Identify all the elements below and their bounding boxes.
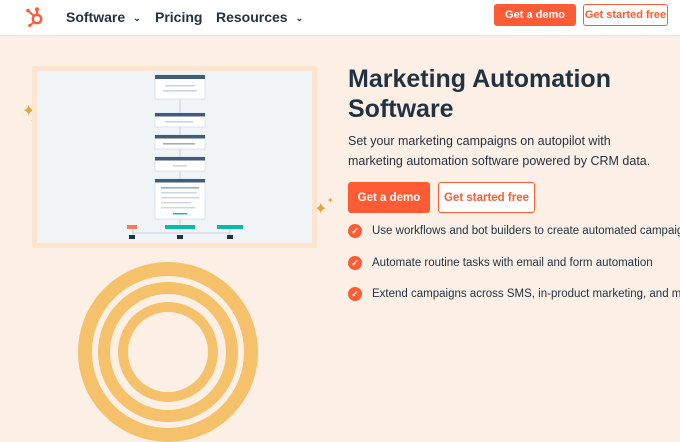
workflow-diagram-graphic bbox=[127, 74, 243, 239]
nav-software-label: Software bbox=[66, 9, 126, 25]
nav-get-demo-button[interactable]: Get a demo bbox=[494, 4, 576, 26]
nav-get-started-button[interactable]: Get started free bbox=[583, 4, 668, 26]
product-screenshot bbox=[32, 66, 317, 248]
check-circle-icon: ✓ bbox=[348, 256, 362, 270]
chevron-down-icon: ⌄ bbox=[295, 12, 304, 23]
nav-resources-label: Resources bbox=[216, 9, 288, 25]
sparkle-icon: ✦ bbox=[327, 196, 334, 205]
workflow-diagram-image bbox=[37, 71, 312, 243]
feature-list-item: ✓ Use workflows and bot builders to crea… bbox=[348, 224, 680, 238]
check-circle-icon: ✓ bbox=[348, 224, 362, 238]
nav-resources[interactable]: Resources ⌄ bbox=[216, 9, 303, 25]
page-title: Marketing Automation Software bbox=[348, 65, 611, 123]
feature-list-item: ✓ Extend campaigns across SMS, in-produc… bbox=[348, 287, 680, 301]
hubspot-logo-icon[interactable] bbox=[24, 6, 46, 28]
hero-get-started-button[interactable]: Get started free bbox=[438, 182, 535, 213]
feature-text: Automate routine tasks with email and fo… bbox=[372, 257, 653, 269]
nav-software[interactable]: Software ⌄ bbox=[66, 9, 141, 25]
chevron-down-icon: ⌄ bbox=[133, 12, 141, 23]
nav-pricing[interactable]: Pricing bbox=[155, 9, 202, 25]
decorative-arc bbox=[118, 302, 218, 402]
check-circle-icon: ✓ bbox=[348, 287, 362, 301]
page-subtitle: Set your marketing campaigns on autopilo… bbox=[348, 134, 651, 168]
feature-list-item: ✓ Automate routine tasks with email and … bbox=[348, 256, 653, 270]
feature-text: Extend campaigns across SMS, in-product … bbox=[372, 288, 680, 300]
feature-text: Use workflows and bot builders to create… bbox=[372, 225, 680, 237]
hero-get-demo-button[interactable]: Get a demo bbox=[348, 182, 430, 213]
top-navigation: Software ⌄ Pricing Resources ⌄ Get a dem… bbox=[0, 0, 680, 36]
nav-pricing-label: Pricing bbox=[155, 9, 203, 25]
